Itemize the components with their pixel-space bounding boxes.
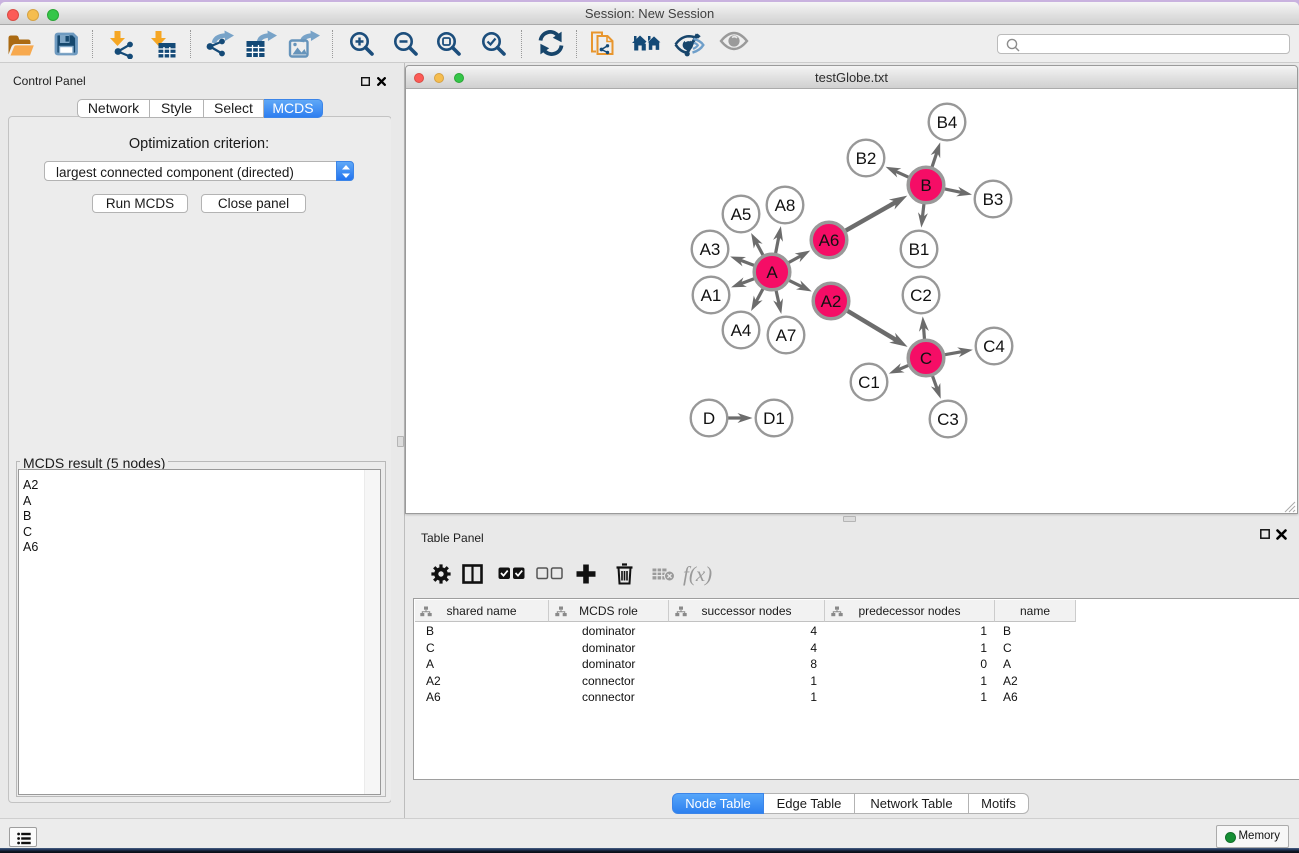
svg-text:D1: D1	[763, 409, 785, 428]
svg-text:A7: A7	[776, 326, 797, 345]
svg-text:B4: B4	[937, 113, 958, 132]
svg-text:B2: B2	[856, 149, 877, 168]
svg-text:A5: A5	[731, 205, 752, 224]
svg-text:A1: A1	[701, 286, 722, 305]
svg-text:A8: A8	[775, 196, 796, 215]
svg-text:C1: C1	[858, 373, 880, 392]
svg-text:A6: A6	[819, 231, 840, 250]
svg-text:C: C	[920, 349, 932, 368]
svg-text:B3: B3	[983, 190, 1004, 209]
svg-text:A3: A3	[700, 240, 721, 259]
svg-text:A: A	[766, 263, 778, 282]
svg-text:A2: A2	[821, 292, 842, 311]
svg-text:C4: C4	[983, 337, 1005, 356]
svg-text:C2: C2	[910, 286, 932, 305]
svg-text:A4: A4	[731, 321, 752, 340]
svg-text:C3: C3	[937, 410, 959, 429]
svg-text:B: B	[920, 176, 931, 195]
svg-text:D: D	[703, 409, 715, 428]
svg-text:B1: B1	[909, 240, 930, 259]
